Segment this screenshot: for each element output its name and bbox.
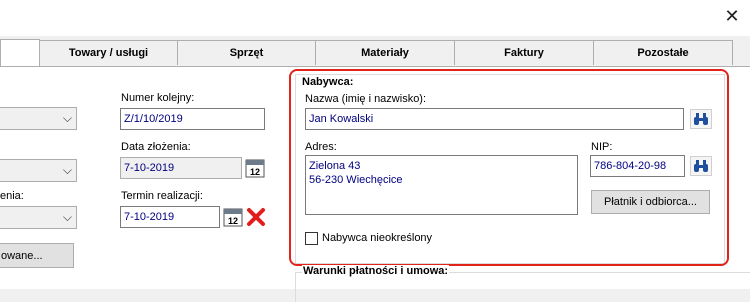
chevron-down-icon: ⌵ <box>62 210 72 224</box>
svg-text:12: 12 <box>250 167 260 177</box>
order-date-input[interactable]: 7-10-2019 <box>120 157 242 179</box>
left-button-owane[interactable]: owane... <box>0 243 74 268</box>
tab-invoices[interactable]: Faktury <box>454 40 594 65</box>
svg-text:12: 12 <box>228 216 238 226</box>
tab-label: Materiały <box>361 47 409 59</box>
tab-other[interactable]: Pozostałe <box>593 40 733 65</box>
tab-materials[interactable]: Materiały <box>315 40 455 65</box>
tab-goods-services[interactable]: Towary / usługi <box>39 40 178 65</box>
address-line-2: 56-230 Wiechęcice <box>309 174 403 186</box>
tab-label: Pozostałe <box>637 47 689 59</box>
chevron-down-icon: ⌵ <box>62 163 72 177</box>
tab-label: Faktury <box>504 47 544 59</box>
left-combo-3[interactable]: ⌵ <box>0 206 77 229</box>
clear-deadline-icon[interactable] <box>246 207 266 227</box>
deadline-label: Termin realizacji: <box>121 190 203 202</box>
buyer-title: Nabywca: <box>302 76 354 88</box>
order-number-label: Numer kolejny: <box>121 92 195 104</box>
address-line-1: Zielona 43 <box>309 160 361 172</box>
nip-label: NIP: <box>591 141 613 153</box>
calendar-icon[interactable]: 12 <box>223 207 243 227</box>
calendar-icon[interactable]: 12 <box>245 158 265 178</box>
payer-recipient-button[interactable]: Płatnik i odbiorca... <box>591 190 710 214</box>
tab-general[interactable] <box>0 39 40 67</box>
left-combo-2[interactable]: ⌵ <box>0 159 77 182</box>
binoculars-icon[interactable] <box>690 156 712 176</box>
buyer-name-input[interactable]: Jan Kowalski <box>305 108 684 130</box>
chevron-down-icon: ⌵ <box>62 111 72 125</box>
buyer-address-textarea[interactable]: Zielona 43 56-230 Wiechęcice <box>305 155 578 215</box>
tab-label: Towary / usługi <box>68 47 149 59</box>
nip-input[interactable]: 786-804-20-98 <box>590 155 685 177</box>
buyer-name-label: Nazwa (imię i nazwisko): <box>305 93 427 105</box>
title-bar <box>0 0 750 36</box>
binoculars-icon[interactable] <box>690 109 712 129</box>
deadline-input[interactable]: 7-10-2019 <box>120 206 220 228</box>
buyer-undefined-label: Nabywca nieokreślony <box>322 232 433 244</box>
left-combo-1[interactable]: ⌵ <box>0 107 77 130</box>
tab-equipment[interactable]: Sprzęt <box>177 40 316 65</box>
tab-label: Sprzęt <box>229 47 264 59</box>
tab-bar: Towary / usługi Sprzęt Materiały Faktury… <box>0 39 750 67</box>
order-date-label: Data złożenia: <box>121 141 191 153</box>
buyer-undefined-checkbox[interactable] <box>305 232 318 245</box>
close-icon[interactable]: ✕ <box>720 5 744 27</box>
left-label-enia: enia: <box>0 190 24 202</box>
order-number-input[interactable]: Z/1/10/2019 <box>120 108 265 130</box>
buyer-address-label: Adres: <box>305 141 337 153</box>
payer-recipient-label: Płatnik i odbiorca... <box>604 196 697 208</box>
left-button-label: owane... <box>1 249 43 262</box>
terms-title: Warunki płatności i umowa: <box>302 265 450 277</box>
